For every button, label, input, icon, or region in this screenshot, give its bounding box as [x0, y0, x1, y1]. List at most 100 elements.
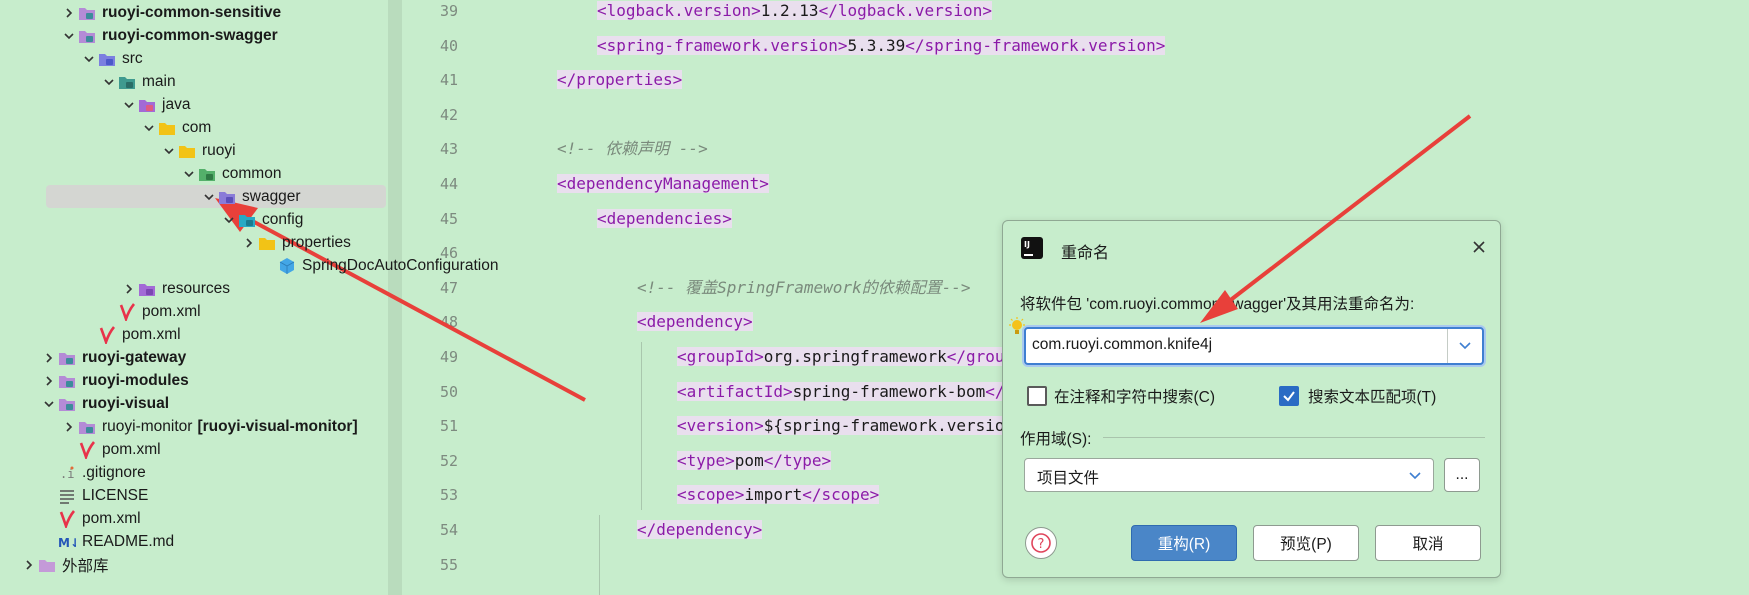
main-folder-icon [118, 73, 136, 91]
tree-item-label: com [182, 118, 212, 136]
cancel-button[interactable]: 取消 [1375, 525, 1481, 561]
xml-value: pom [734, 450, 764, 470]
indent-guide [641, 342, 642, 511]
tree-item-ruoyi-gateway[interactable]: ruoyi-gateway [0, 346, 388, 369]
chevron-right-icon[interactable] [60, 418, 78, 436]
tree-item-label: pom.xml [82, 509, 141, 527]
search-text-checkbox[interactable] [1279, 386, 1299, 406]
xml-value: spring-framework-bom [792, 381, 986, 401]
xml-tag: </logback.version> [818, 1, 992, 20]
chevron-right-icon[interactable] [20, 556, 38, 574]
resources-folder-icon [138, 280, 156, 298]
chevron-right-icon[interactable] [240, 234, 258, 252]
code-line: <dependencies> [597, 204, 732, 234]
config-folder-icon [238, 211, 256, 229]
chevron-down-icon [1409, 472, 1421, 480]
tree-item-license[interactable]: LICENSE [0, 484, 388, 507]
markdown-file-icon: M↓ [58, 533, 80, 551]
xml-tag: <logback.version> [597, 1, 761, 20]
project-tree: ruoyi-common-sensitive ruoyi-common-swagg… [0, 0, 498, 595]
tree-item-pom-xml[interactable]: pom.xml [0, 438, 388, 461]
gitignore-file-icon: .i [58, 464, 76, 482]
tree-item-common[interactable]: common [0, 162, 388, 185]
tree-item-pom-xml[interactable]: pom.xml [0, 323, 388, 346]
new-name-value: com.ruoyi.common.knife4j [1032, 336, 1213, 353]
line-number: 43 [439, 140, 458, 159]
tree-item-pom-xml[interactable]: pom.xml [0, 507, 388, 530]
chevron-down-icon[interactable] [80, 50, 98, 68]
chevron-right-icon[interactable] [60, 4, 78, 22]
line-number: 41 [439, 71, 458, 90]
module-folder-icon [78, 27, 96, 45]
code-line: <dependencyManagement> [557, 169, 769, 199]
tree-item-springdocautoconfiguration[interactable]: SpringDocAutoConfiguration [0, 254, 498, 277]
chevron-down-icon[interactable] [40, 395, 58, 413]
chevron-down-icon[interactable] [180, 165, 198, 183]
tree-item-ruoyi-common-swagger[interactable]: ruoyi-common-swagger [0, 24, 388, 47]
refactor-button[interactable]: 重构(R) [1131, 525, 1237, 561]
rename-dialog: IJ 重命名 将软件包 'com.ruoyi.common.swagger'及其… [1002, 220, 1501, 578]
common-folder-icon [198, 165, 216, 183]
rename-prompt: 将软件包 'com.ruoyi.common.swagger'及其用法重命名为: [1020, 296, 1415, 313]
tree-item-readme-md[interactable]: M↓ README.md [0, 530, 388, 553]
tree-item-config[interactable]: config [0, 208, 388, 231]
tree-item-label: pom.xml [122, 325, 181, 343]
source-folder-icon [98, 50, 116, 68]
chevron-right-icon[interactable] [40, 349, 58, 367]
chevron-down-icon[interactable] [60, 27, 78, 45]
history-dropdown[interactable] [1447, 329, 1482, 363]
xml-tag: </type> [763, 450, 832, 470]
tree-item-ruoyi-monitor[interactable]: ruoyi-monitor [ruoyi-visual-monitor] [0, 415, 388, 438]
tree-item-label: main [142, 72, 176, 90]
chevron-down-icon[interactable] [100, 73, 118, 91]
tree-item-ruoyi-common-sensitive[interactable]: ruoyi-common-sensitive [0, 1, 388, 24]
chevron-right-icon[interactable] [120, 280, 138, 298]
search-text-label: 搜索文本匹配项(T) [1308, 389, 1437, 406]
close-icon[interactable] [1471, 239, 1487, 255]
tree-item-gitignore[interactable]: .i .gitignore [0, 461, 388, 484]
help-icon[interactable]: ? [1025, 527, 1057, 559]
tree-item-src[interactable]: src [0, 47, 388, 70]
line-number: 47 [439, 278, 458, 297]
chevron-down-icon[interactable] [120, 96, 138, 114]
indent-guide [599, 515, 600, 595]
scope-select[interactable]: 项目文件 [1024, 458, 1434, 492]
preview-button[interactable]: 预览(P) [1253, 525, 1359, 561]
xml-comment: <!-- 覆盖SpringFramework的依赖配置--> [637, 277, 971, 297]
code-line: <type>pom</type> [677, 446, 832, 476]
line-number: 52 [439, 451, 458, 470]
tree-item-ruoyi-modules[interactable]: ruoyi-modules [0, 369, 388, 392]
tree-item-ruoyi[interactable]: ruoyi [0, 139, 388, 162]
line-number: 40 [439, 36, 458, 55]
tree-item-main[interactable]: main [0, 70, 388, 93]
chevron-down-icon[interactable] [140, 119, 158, 137]
tree-item-resources[interactable]: resources [0, 277, 388, 300]
tree-item-com[interactable]: com [0, 116, 388, 139]
chevron-down-icon[interactable] [220, 211, 238, 229]
search-comments-label: 在注释和字符中搜索(C) [1054, 389, 1216, 406]
tree-scrollbar[interactable] [388, 0, 402, 595]
tree-item-swagger[interactable]: swagger [0, 185, 388, 208]
tree-item-label: ruoyi-monitor [102, 417, 193, 435]
package-folder-icon [178, 142, 196, 160]
new-name-input[interactable]: com.ruoyi.common.knife4j [1024, 327, 1484, 365]
code-line: <spring-framework.version>5.3.39</spring… [597, 31, 1166, 61]
chevron-right-icon[interactable] [40, 372, 58, 390]
scope-more-button[interactable]: ... [1444, 458, 1480, 492]
class-file-icon [278, 257, 296, 275]
tree-item-pom-xml[interactable]: pom.xml [0, 300, 388, 323]
xml-comment: <!-- 依赖声明 --> [557, 139, 708, 159]
tree-item-label: pom.xml [102, 440, 161, 458]
chevron-down-icon[interactable] [160, 142, 178, 160]
tree-item-properties[interactable]: properties [0, 231, 388, 254]
search-comments-checkbox[interactable] [1027, 386, 1047, 406]
tree-item-java[interactable]: java [0, 93, 388, 116]
dialog-title: 重命名 [1061, 245, 1110, 262]
chevron-down-icon[interactable] [200, 188, 218, 206]
tree-item-[interactable]: 外部库 [0, 553, 388, 576]
tree-item-ruoyi-visual[interactable]: ruoyi-visual [0, 392, 388, 415]
